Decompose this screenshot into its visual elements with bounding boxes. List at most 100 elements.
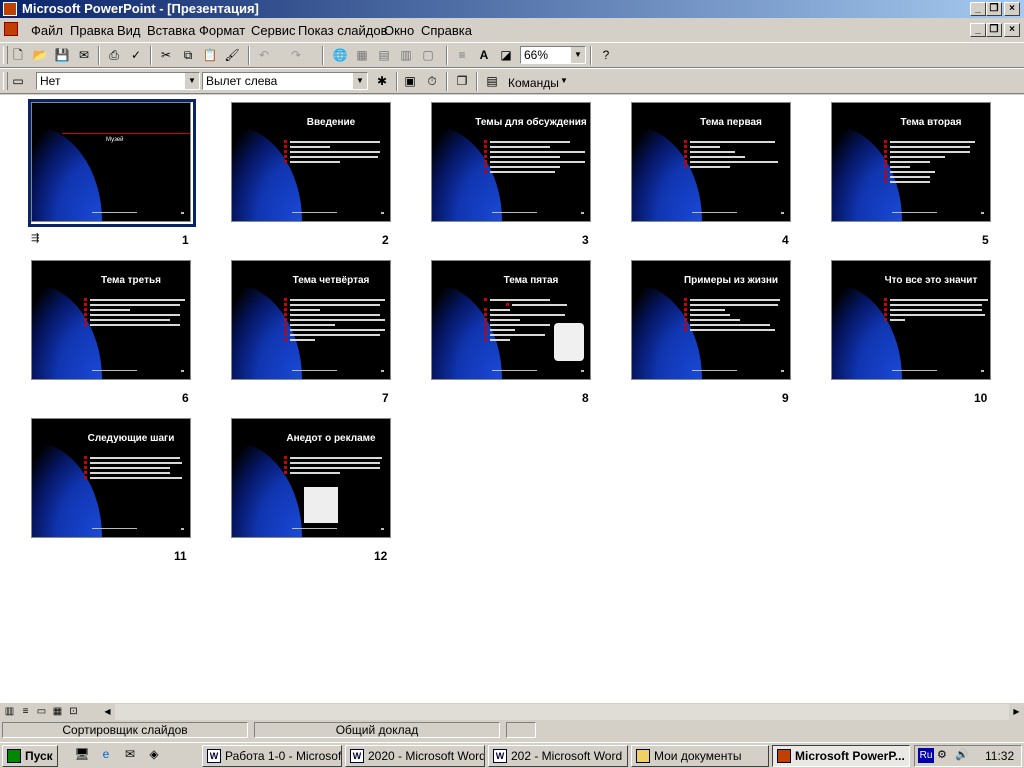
volume-icon[interactable]: 🔊 xyxy=(955,748,969,761)
rehearse-timings-icon[interactable]: ⏱ xyxy=(422,72,442,91)
save-icon[interactable]: 💾 xyxy=(52,46,72,65)
scroll-right-icon[interactable]: ▶ xyxy=(1009,704,1024,720)
slide-show-icon[interactable]: ⊡ xyxy=(66,705,81,719)
hyperlink-icon[interactable]: 🌐 xyxy=(330,46,350,65)
menu-view[interactable]: Вид xyxy=(117,23,141,38)
doc-restore-button[interactable]: ❐ xyxy=(986,23,1002,37)
status-design: Общий доклад xyxy=(254,722,500,738)
expand-all-icon[interactable]: ≡ xyxy=(452,46,472,65)
tables-borders-icon[interactable]: ▦ xyxy=(352,46,372,65)
horizontal-scrollbar[interactable]: ◀ ▶ xyxy=(100,704,1024,720)
powerpoint-app-icon[interactable] xyxy=(3,2,17,16)
slide-title: Тема первая xyxy=(700,117,762,128)
windows-logo-icon xyxy=(7,749,21,763)
slide-thumbnail-12[interactable]: Анедот о рекламе xyxy=(231,418,391,538)
slide-thumbnail-8[interactable]: Тема пятая xyxy=(431,260,591,380)
menu-file[interactable]: Файл xyxy=(31,23,63,38)
minimize-button[interactable]: _ xyxy=(970,2,986,16)
clipart-image xyxy=(554,323,584,361)
email-icon[interactable]: ✉ xyxy=(74,46,94,65)
task-word-1[interactable]: W Работа 1-0 - Microsoft... xyxy=(202,745,342,767)
zoom-combo[interactable]: 66% ▼ xyxy=(520,46,586,64)
open-icon[interactable]: 📂 xyxy=(30,46,50,65)
chevron-down-icon[interactable]: ▼ xyxy=(570,47,585,63)
channels-icon[interactable]: ◈ xyxy=(144,745,164,764)
chevron-down-icon[interactable]: ▼ xyxy=(560,76,568,85)
close-button[interactable]: × xyxy=(1004,2,1020,16)
task-word-3[interactable]: W 202 - Microsoft Word xyxy=(488,745,628,767)
print-icon[interactable]: ⎙ xyxy=(104,46,124,65)
slide-thumbnail-4[interactable]: Тема первая xyxy=(631,102,791,222)
slide-thumbnail-7[interactable]: Тема четвёртая xyxy=(231,260,391,380)
slide-view-icon[interactable]: ▭ xyxy=(34,705,49,719)
format-painter-icon[interactable]: 🖌 xyxy=(222,46,242,65)
paste-icon[interactable]: 📋 xyxy=(200,46,220,65)
insert-chart-icon[interactable]: ▥ xyxy=(396,46,416,65)
menu-edit[interactable]: Правка xyxy=(70,23,114,38)
insert-table-icon[interactable]: ▤ xyxy=(374,46,394,65)
doc-minimize-button[interactable]: _ xyxy=(970,23,986,37)
grayscale-icon[interactable]: ◪ xyxy=(496,46,516,65)
title-bar[interactable]: Microsoft PowerPoint - [Презентация] _ ❐… xyxy=(0,0,1024,18)
slide-thumbnail-10[interactable]: Что все это значит xyxy=(831,260,991,380)
start-label: Пуск xyxy=(25,749,53,763)
slide-thumbnail-11[interactable]: Следующие шаги xyxy=(31,418,191,538)
new-icon[interactable]: 🗋 xyxy=(8,46,28,65)
undo-icon[interactable]: ↶ xyxy=(254,46,274,65)
menu-slideshow[interactable]: Показ слайдов xyxy=(298,23,388,38)
slide-thumbnail-6[interactable]: Тема третья xyxy=(31,260,191,380)
slide-title: Следующие шаги xyxy=(87,433,175,444)
task-powerpoint[interactable]: Microsoft PowerP... xyxy=(772,745,910,767)
slide-thumbnail-2[interactable]: Введение xyxy=(231,102,391,222)
new-slide-icon[interactable]: ▢ xyxy=(418,46,438,65)
menu-tools[interactable]: Сервис xyxy=(251,23,296,38)
help-icon[interactable]: ? xyxy=(596,46,616,65)
show-formatting-icon[interactable]: A xyxy=(474,46,494,65)
chevron-down-icon[interactable]: ▼ xyxy=(352,73,367,89)
menu-insert[interactable]: Вставка xyxy=(147,23,195,38)
text-effect-combo[interactable]: Вылет слева ▼ xyxy=(202,72,368,90)
outline-view-icon[interactable]: ≡ xyxy=(18,705,33,719)
document-icon[interactable] xyxy=(4,22,18,36)
slide-thumbnail-3[interactable]: Темы для обсуждения xyxy=(431,102,591,222)
copy-icon[interactable]: ⧉ xyxy=(178,46,198,65)
slide-title: Темы для обсуждения xyxy=(475,117,587,128)
outlook-icon[interactable]: ✉ xyxy=(120,745,140,764)
transition-effect-combo[interactable]: Нет ▼ xyxy=(36,72,200,90)
language-indicator[interactable]: Ru xyxy=(918,748,934,763)
slide-transition-icon[interactable]: ▭ xyxy=(8,72,28,91)
slide-number: 1 xyxy=(182,233,189,247)
speaker-notes-icon[interactable]: ▤ xyxy=(482,72,502,91)
task-my-documents[interactable]: Мои документы xyxy=(631,745,769,767)
chevron-down-icon[interactable]: ▼ xyxy=(184,73,199,89)
doc-close-button[interactable]: × xyxy=(1004,23,1020,37)
slide-title: Анедот о рекламе xyxy=(286,433,376,444)
cut-icon[interactable]: ✂ xyxy=(156,46,176,65)
animation-preview-icon[interactable]: ✱ xyxy=(372,72,392,91)
slide-sorter-toolbar: ▭ Нет ▼ Вылет слева ▼ ✱ ▣ ⏱ ❐ ▤ Команды ▼ xyxy=(0,68,1024,94)
transition-indicator-icon[interactable]: ⇶ xyxy=(31,233,39,244)
spelling-icon[interactable]: ✓ xyxy=(126,46,146,65)
normal-view-icon[interactable]: ▥ xyxy=(2,705,17,719)
hide-slide-icon[interactable]: ▣ xyxy=(400,72,420,91)
slide-sorter-view-icon[interactable]: ▦ xyxy=(50,705,65,719)
clock[interactable]: 11:32 xyxy=(985,749,1014,763)
slide-thumbnail-9[interactable]: Примеры из жизни xyxy=(631,260,791,380)
scroll-left-icon[interactable]: ◀ xyxy=(100,704,115,720)
summary-slide-icon[interactable]: ❐ xyxy=(452,72,472,91)
ie-icon[interactable]: e xyxy=(96,745,116,764)
menu-format[interactable]: Формат xyxy=(199,23,245,38)
transition-effect-value: Нет xyxy=(40,74,61,88)
commands-menu[interactable]: Команды xyxy=(508,76,559,90)
task-word-2[interactable]: W 2020 - Microsoft Word xyxy=(345,745,485,767)
restore-button[interactable]: ❐ xyxy=(986,2,1002,16)
slide-selection-frame xyxy=(28,99,196,227)
redo-icon[interactable]: ↷ xyxy=(286,46,306,65)
menu-window[interactable]: Окно xyxy=(384,23,414,38)
desktop-icon[interactable]: 🖥 xyxy=(72,745,92,764)
slide-thumbnail-5[interactable]: Тема вторая xyxy=(831,102,991,222)
start-button[interactable]: Пуск xyxy=(2,745,58,767)
tray-icon[interactable]: ⚙ xyxy=(937,748,947,761)
menu-help[interactable]: Справка xyxy=(421,23,472,38)
folder-icon xyxy=(636,749,650,763)
